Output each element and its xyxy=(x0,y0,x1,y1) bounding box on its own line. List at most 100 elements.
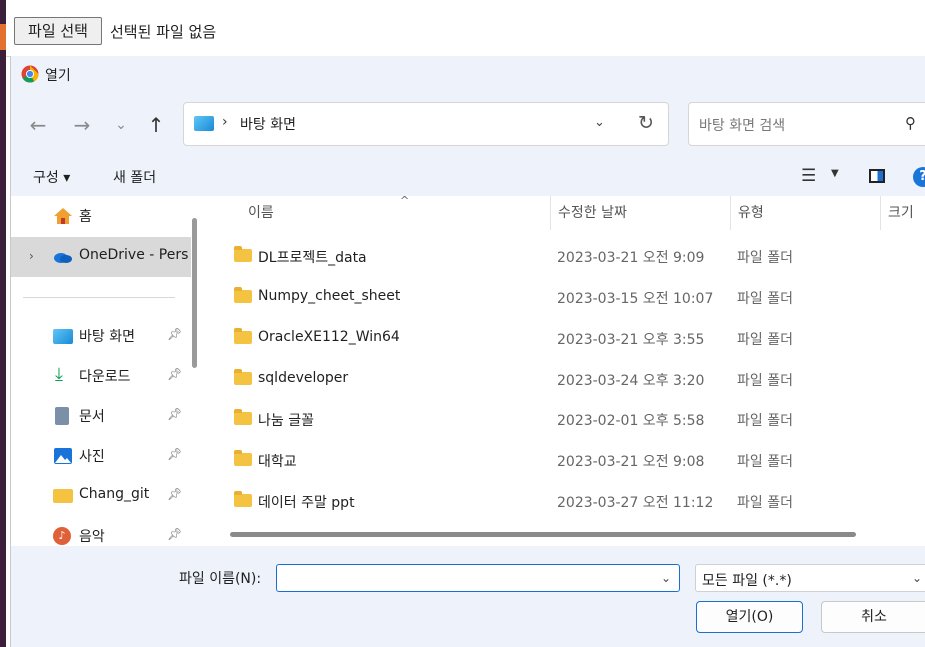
open-button[interactable]: 열기(O) xyxy=(696,601,803,633)
command-toolbar: 구성 ▾ 새 폴더 ☰ ▼ ? xyxy=(11,156,925,196)
folder-icon xyxy=(53,489,73,503)
file-type: 파일 폴더 xyxy=(737,291,793,307)
music-icon: ♪ xyxy=(53,527,71,545)
filename-label: 파일 이름(N): xyxy=(179,571,262,587)
sidebar-item-label: 음악 xyxy=(79,529,105,545)
file-row[interactable]: 대학교 2023-03-21 오전 9:08 파일 폴더 xyxy=(210,439,925,480)
open-file-dialog: 열기 ← → ⌄ ↑ › 바탕 화면 ⌄ ↻ 바탕 화면 검색 ⚲ 구성 ▾ 새… xyxy=(10,56,925,647)
view-options-list-icon[interactable]: ☰ xyxy=(801,166,816,186)
sidebar-item-label: 바탕 화면 xyxy=(79,329,135,345)
file-date: 2023-03-24 오후 3:20 xyxy=(557,373,705,389)
choose-file-button[interactable]: 파일 선택 xyxy=(14,17,102,45)
back-icon[interactable]: ← xyxy=(25,112,51,138)
navigation-pane: 홈 › OneDrive - Pers 바탕 화면 📌︎ ⤓ 다운로드 📌︎ 문… xyxy=(11,196,210,546)
filetype-value: 모든 파일 (*.*) xyxy=(702,573,792,589)
up-arrow-icon[interactable]: ↑ xyxy=(143,112,169,138)
sidebar-item-home[interactable]: 홈 xyxy=(11,196,191,236)
dialog-footer: 파일 이름(N): ⌄ 모든 파일 (*.*) ⌄ 열기(O) 취소 xyxy=(11,546,925,647)
file-date: 2023-03-21 오전 9:09 xyxy=(557,250,705,266)
folder-icon xyxy=(234,246,252,262)
file-name: Numpy_cheet_sheet xyxy=(258,288,401,304)
file-type: 파일 폴더 xyxy=(737,454,793,470)
desktop-icon xyxy=(194,116,214,131)
expand-chevron-right-icon[interactable]: › xyxy=(29,249,34,263)
column-divider[interactable] xyxy=(730,196,731,230)
file-date: 2023-03-27 오전 11:12 xyxy=(557,495,714,511)
file-row[interactable]: DL프로젝트_data 2023-03-21 오전 9:09 파일 폴더 xyxy=(210,235,925,276)
dialog-titlebar[interactable]: 열기 xyxy=(11,56,925,92)
file-row[interactable]: OracleXE112_Win64 2023-03-21 오후 3:55 파일 … xyxy=(210,317,925,358)
sidebar-item-label: 문서 xyxy=(79,409,105,425)
sidebar-item-music[interactable]: ♪ 음악 📌︎ xyxy=(11,516,191,546)
file-row[interactable]: Numpy_cheet_sheet 2023-03-15 오전 10:07 파일… xyxy=(210,276,925,317)
folder-icon xyxy=(234,328,252,344)
pin-icon: 📌︎ xyxy=(167,487,183,501)
sidebar-item-label: 다운로드 xyxy=(79,369,131,385)
file-date: 2023-02-01 오후 5:58 xyxy=(557,413,705,429)
document-icon xyxy=(55,407,69,425)
file-type: 파일 폴더 xyxy=(737,250,793,266)
address-chevron-down-icon[interactable]: ⌄ xyxy=(594,115,605,130)
column-header-date[interactable]: 수정한 날짜 xyxy=(558,196,627,230)
no-file-selected-text: 선택된 파일 없음 xyxy=(110,23,217,41)
file-name: OracleXE112_Win64 xyxy=(258,329,400,345)
view-options-dropdown-icon[interactable]: ▼ xyxy=(831,168,839,179)
filetype-chevron-down-icon[interactable]: ⌄ xyxy=(912,571,922,585)
file-date: 2023-03-21 오후 3:55 xyxy=(557,332,705,348)
refresh-icon[interactable]: ↻ xyxy=(638,112,654,134)
sidebar-item-documents[interactable]: 문서 📌︎ xyxy=(11,396,191,436)
background-window-edge xyxy=(0,0,6,647)
column-header-name[interactable]: 이름 xyxy=(248,196,274,230)
home-icon xyxy=(54,208,72,224)
search-icon[interactable]: ⚲ xyxy=(905,114,916,132)
download-icon: ⤓ xyxy=(55,364,63,385)
column-header-size[interactable]: 크기 xyxy=(888,196,914,230)
file-name: 나눔 글꼴 xyxy=(258,413,314,429)
sidebar-item-downloads[interactable]: ⤓ 다운로드 📌︎ xyxy=(11,356,191,396)
file-row[interactable]: sqldeveloper 2023-03-24 오후 3:20 파일 폴더 xyxy=(210,358,925,399)
sidebar-item-pictures[interactable]: 사진 📌︎ xyxy=(11,436,191,476)
file-type: 파일 폴더 xyxy=(737,373,793,389)
pin-icon: 📌︎ xyxy=(167,447,183,461)
dialog-title: 열기 xyxy=(45,68,71,84)
sidebar-item-chang-git[interactable]: Chang_git 📌︎ xyxy=(11,476,191,516)
sidebar-scrollbar[interactable] xyxy=(192,218,197,368)
column-divider[interactable] xyxy=(880,196,881,230)
column-header-type[interactable]: 유형 xyxy=(738,196,764,230)
new-folder-button[interactable]: 새 폴더 xyxy=(113,167,156,187)
file-type: 파일 폴더 xyxy=(737,495,793,511)
search-box[interactable]: 바탕 화면 검색 ⚲ xyxy=(688,102,925,146)
desktop-icon xyxy=(53,329,73,344)
recent-locations-chevron-down-icon[interactable]: ⌄ xyxy=(108,112,134,138)
sidebar-item-desktop[interactable]: 바탕 화면 📌︎ xyxy=(11,316,191,356)
file-type: 파일 폴더 xyxy=(737,413,793,429)
cancel-button[interactable]: 취소 xyxy=(821,601,925,633)
filename-input[interactable]: ⌄ xyxy=(276,564,680,592)
file-date: 2023-03-15 오전 10:07 xyxy=(557,291,714,307)
file-name: 대학교 xyxy=(258,454,297,470)
forward-icon[interactable]: → xyxy=(69,112,95,138)
organize-menu[interactable]: 구성 ▾ xyxy=(33,167,70,187)
filename-chevron-down-icon[interactable]: ⌄ xyxy=(661,571,671,585)
file-list: ^ 이름 수정한 날짜 유형 크기 DL프로젝트_data 2023-03-21… xyxy=(210,194,925,537)
filetype-select[interactable]: 모든 파일 (*.*) ⌄ xyxy=(695,564,925,592)
pin-icon: 📌︎ xyxy=(167,367,183,381)
preview-pane-icon[interactable] xyxy=(869,169,885,183)
pin-icon: 📌︎ xyxy=(167,527,183,541)
breadcrumb-desktop[interactable]: 바탕 화면 xyxy=(240,114,296,134)
column-divider[interactable] xyxy=(550,196,551,230)
file-row[interactable]: 나눔 글꼴 2023-02-01 오후 5:58 파일 폴더 xyxy=(210,398,925,439)
sort-ascending-icon: ^ xyxy=(400,194,410,207)
address-bar[interactable]: › 바탕 화면 ⌄ ↻ xyxy=(183,102,669,146)
onedrive-icon xyxy=(54,253,72,263)
navigation-bar: ← → ⌄ ↑ › 바탕 화면 ⌄ ↻ 바탕 화면 검색 ⚲ xyxy=(11,92,925,156)
folder-icon xyxy=(234,369,252,385)
folder-icon xyxy=(234,450,252,466)
breadcrumb-separator: › xyxy=(222,114,228,130)
help-icon[interactable]: ? xyxy=(913,167,925,187)
search-placeholder: 바탕 화면 검색 xyxy=(699,118,786,134)
file-row[interactable]: 데이터 주말 ppt 2023-03-27 오전 11:12 파일 폴더 xyxy=(210,480,925,521)
sidebar-item-label: 사진 xyxy=(79,449,105,465)
sidebar-item-onedrive[interactable]: › OneDrive - Pers xyxy=(11,237,191,277)
horizontal-scrollbar[interactable] xyxy=(230,532,856,537)
